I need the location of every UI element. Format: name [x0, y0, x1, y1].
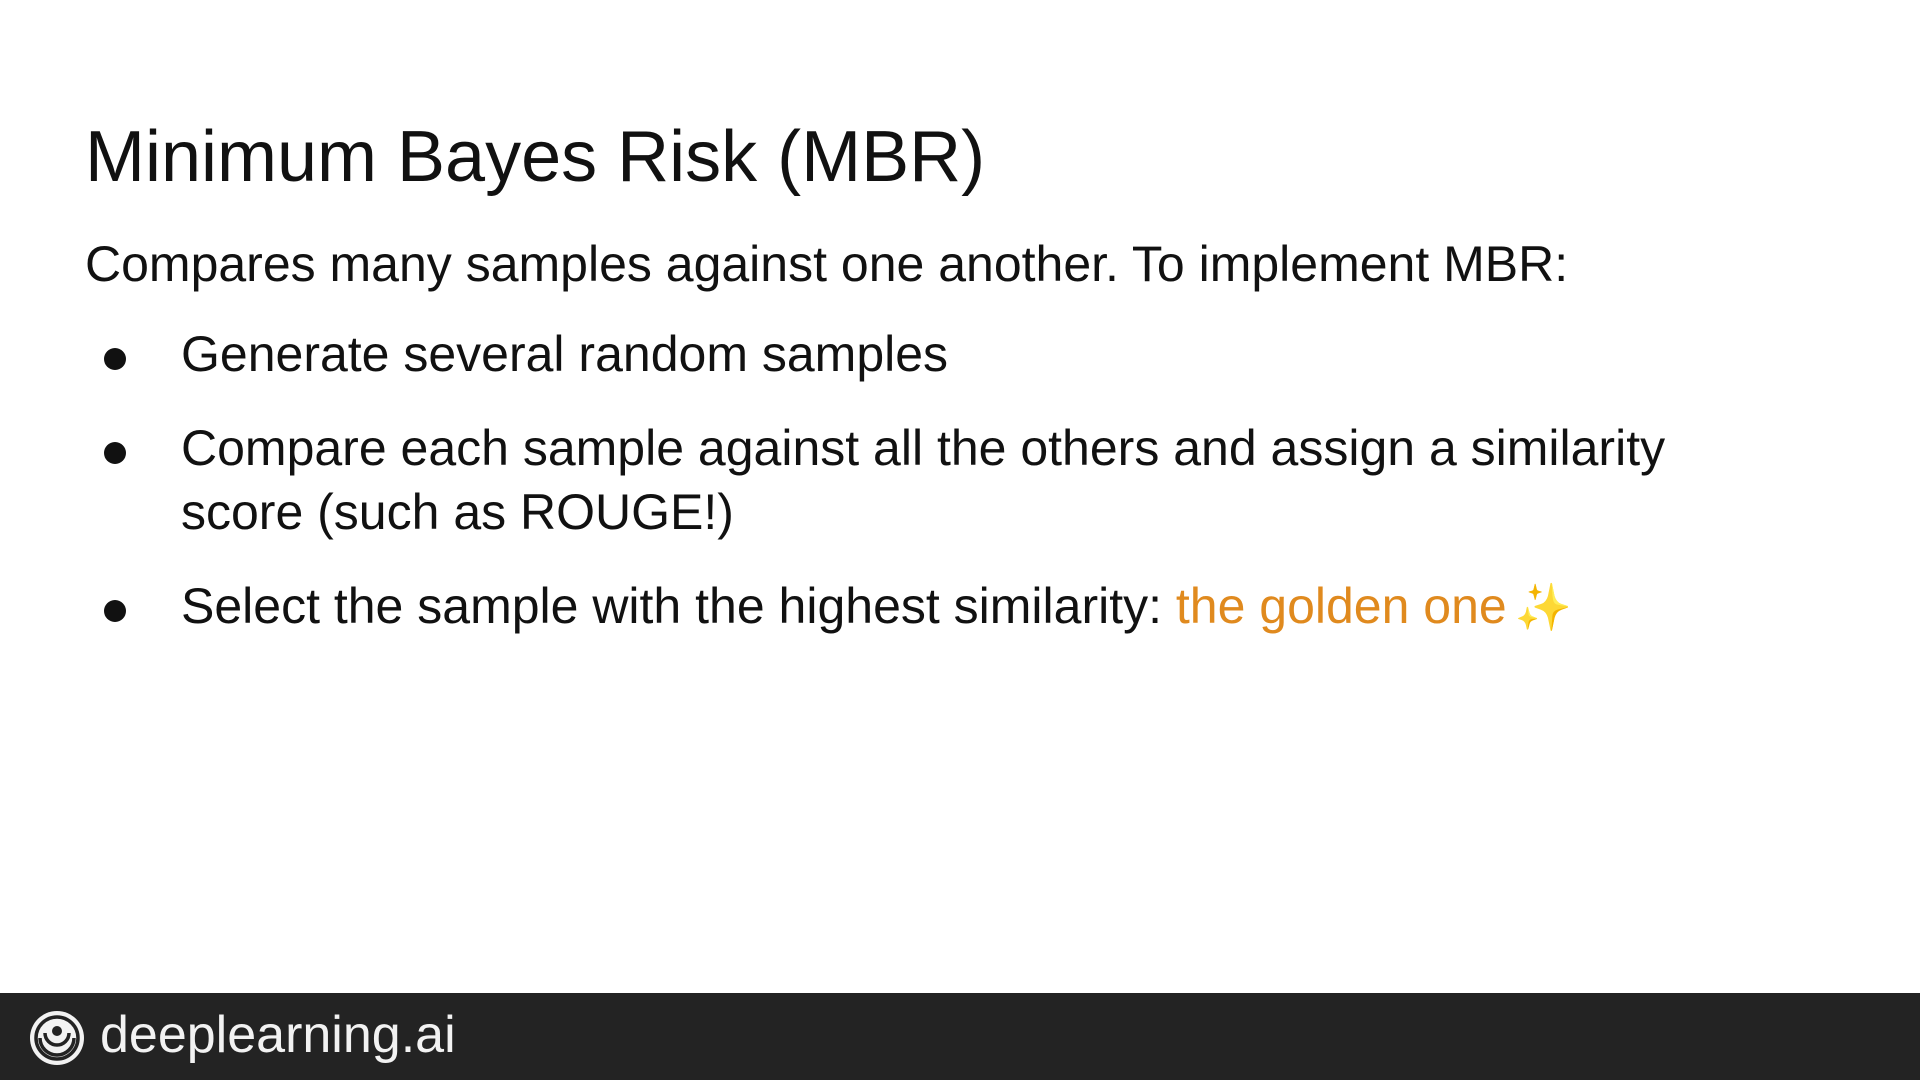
slide: Minimum Bayes Risk (MBR) Compares many s…: [0, 0, 1920, 1080]
deeplearning-ai-logo-icon: [30, 1011, 84, 1065]
bullet-item-select: Select the sample with the highest simil…: [0, 574, 1741, 639]
bullet-dot-icon: [104, 600, 126, 622]
bullet-dot-icon: [104, 442, 126, 464]
bullet-item-compare: Compare each sample against all the othe…: [0, 416, 1741, 544]
bullet-text: Compare each sample against all the othe…: [181, 420, 1666, 540]
sparkles-icon: ✨: [1514, 581, 1573, 633]
footer-bar: deeplearning.ai: [0, 993, 1920, 1080]
bullet-text: Select the sample with the highest simil…: [181, 578, 1176, 634]
bullet-text: Generate several random samples: [181, 326, 949, 382]
slide-title: Minimum Bayes Risk (MBR): [85, 117, 986, 197]
bullet-dot-icon: [104, 348, 126, 370]
bullet-list: Generate several random samples Compare …: [0, 322, 1920, 669]
intro-text: Compares many samples against one anothe…: [85, 236, 1569, 292]
brand-name: deeplearning.ai: [100, 1006, 456, 1064]
golden-highlight-text: the golden one: [1175, 578, 1507, 634]
bullet-item-generate: Generate several random samples: [0, 322, 1741, 386]
